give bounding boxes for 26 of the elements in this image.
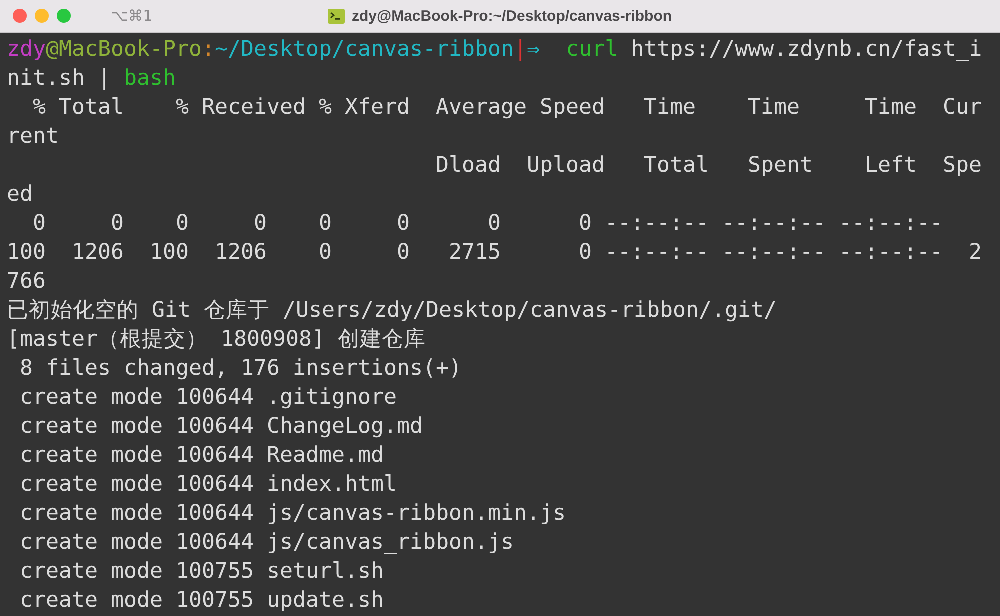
terminal-line: 已初始化空的 Git 仓库于 /Users/zdy/Desktop/canvas-ribbon/.git/ <box>7 297 778 325</box>
terminal-line: create mode 100644 Readme.md <box>19 442 384 470</box>
terminal-line: [master（根提交） 1800908] 创建仓库 <box>7 326 426 354</box>
terminal-line: ed <box>7 181 34 209</box>
window-title: zdy@MacBook-Pro:~/Desktop/canvas-ribbon <box>352 8 672 24</box>
terminal-line: create mode 100644 js/canvas-ribbon.min.js <box>19 500 566 528</box>
close-button[interactable] <box>13 9 27 23</box>
terminal-line: create mode 100644 ChangeLog.md <box>19 413 424 441</box>
terminal-line: create mode 100644 index.html <box>19 471 398 499</box>
terminal-line: 766 <box>7 268 46 296</box>
terminal-line: rent <box>7 123 60 151</box>
terminal-line: 0 0 0 0 0 0 0 0 --:--:-- --:--:-- --:--:-- <box>32 210 944 238</box>
terminal-line: Dload Upload Total Spent Left Spe <box>435 152 982 180</box>
terminal-line: nit.sh | bash <box>7 65 176 93</box>
terminal-line: create mode 100755 seturl.sh <box>19 558 384 586</box>
terminal-line: create mode 100644 .gitignore <box>19 384 398 412</box>
minimize-button[interactable] <box>35 9 49 23</box>
zoom-button[interactable] <box>57 9 71 23</box>
terminal-line: create mode 100755 update.sh <box>19 587 384 615</box>
terminal-line: % Total % Received % Xferd Average Speed Time Time Time Cur <box>32 94 982 122</box>
terminal-line: create mode 100644 js/canvas_ribbon.js <box>19 529 514 557</box>
terminal-line: 100 1206 100 1206 0 0 2715 0 --:--:-- --:--:-- --:--:-- 2 <box>7 239 982 267</box>
terminal-icon <box>328 8 345 24</box>
tab-shortcut: ⌥⌘1 <box>111 7 153 25</box>
terminal-line: zdy@MacBook-Pro:~/Desktop/canvas-ribbon|⇒ curl https://www.zdynb.cn/fast_i <box>7 36 982 64</box>
terminal-line: 8 files changed, 176 insertions(+) <box>19 355 462 383</box>
